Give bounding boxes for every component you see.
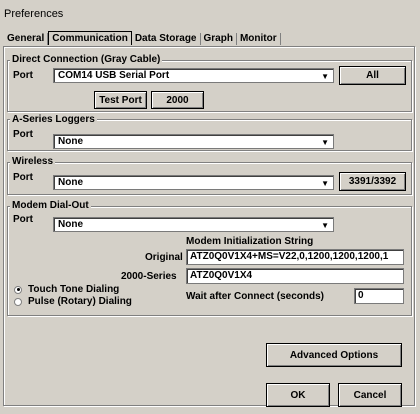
a-series-port-value: None bbox=[58, 136, 83, 147]
a-series-port-label: Port bbox=[13, 129, 33, 140]
original-init-input[interactable]: ATZ0Q0V1X4+MS=V22,0,1200,1200,1200,1 bbox=[186, 249, 404, 265]
radio-dot bbox=[16, 288, 20, 291]
test-port-button[interactable]: Test Port bbox=[94, 91, 147, 109]
modem-legend: Modem Dial-Out bbox=[10, 200, 91, 211]
direct-port-select[interactable]: COM14 USB Serial Port ▼ bbox=[53, 68, 334, 83]
window-title: Preferences bbox=[4, 8, 64, 20]
pulse-option[interactable]: Pulse (Rotary) Dialing bbox=[14, 296, 132, 307]
ok-button[interactable]: OK bbox=[266, 383, 330, 407]
touch-tone-label: Touch Tone Dialing bbox=[28, 284, 120, 295]
chevron-down-icon: ▼ bbox=[321, 138, 329, 147]
tab-communication[interactable]: Communication bbox=[48, 31, 132, 45]
original-label: Original bbox=[145, 252, 183, 263]
wireless-port-select[interactable]: None ▼ bbox=[53, 175, 334, 190]
series2000-init-input[interactable]: ATZ0Q0V1X4 bbox=[186, 268, 404, 284]
pulse-label: Pulse (Rotary) Dialing bbox=[28, 296, 132, 307]
touch-tone-option[interactable]: Touch Tone Dialing bbox=[14, 284, 119, 295]
a-series-legend: A-Series Loggers bbox=[10, 114, 97, 125]
wireless-port-label: Port bbox=[13, 172, 33, 183]
wireless-port-value: None bbox=[58, 177, 83, 188]
tab-data-storage[interactable]: Data Storage bbox=[132, 33, 201, 45]
a-series-port-select[interactable]: None ▼ bbox=[53, 134, 334, 149]
direct-port-label: Port bbox=[13, 70, 33, 81]
all-button[interactable]: All bbox=[339, 66, 406, 85]
modem-port-label: Port bbox=[13, 214, 33, 225]
modem-port-select[interactable]: None ▼ bbox=[53, 217, 334, 232]
chevron-down-icon: ▼ bbox=[321, 179, 329, 188]
pulse-radio[interactable] bbox=[14, 297, 22, 306]
touch-tone-radio[interactable] bbox=[14, 285, 22, 294]
chevron-down-icon: ▼ bbox=[321, 72, 329, 81]
button-3391-3392[interactable]: 3391/3392 bbox=[339, 172, 406, 191]
modem-port-value: None bbox=[58, 219, 83, 230]
direct-connection-legend: Direct Connection (Gray Cable) bbox=[10, 54, 163, 65]
tab-strip: General Communication Data Storage Graph… bbox=[4, 31, 281, 46]
tab-graph[interactable]: Graph bbox=[201, 33, 237, 45]
wait-after-connect-label: Wait after Connect (seconds) bbox=[186, 291, 324, 302]
series2000-label: 2000-Series bbox=[121, 271, 177, 282]
cancel-button[interactable]: Cancel bbox=[338, 383, 402, 407]
init-string-heading: Modem Initialization String bbox=[186, 236, 314, 247]
tab-monitor[interactable]: Monitor bbox=[237, 33, 281, 45]
button-2000[interactable]: 2000 bbox=[151, 91, 204, 109]
wait-after-connect-input[interactable]: 0 bbox=[354, 288, 404, 304]
tab-general[interactable]: General bbox=[4, 33, 49, 45]
wireless-legend: Wireless bbox=[10, 156, 56, 167]
direct-port-value: COM14 USB Serial Port bbox=[58, 70, 170, 81]
chevron-down-icon: ▼ bbox=[321, 221, 329, 230]
advanced-options-button[interactable]: Advanced Options bbox=[266, 343, 402, 367]
